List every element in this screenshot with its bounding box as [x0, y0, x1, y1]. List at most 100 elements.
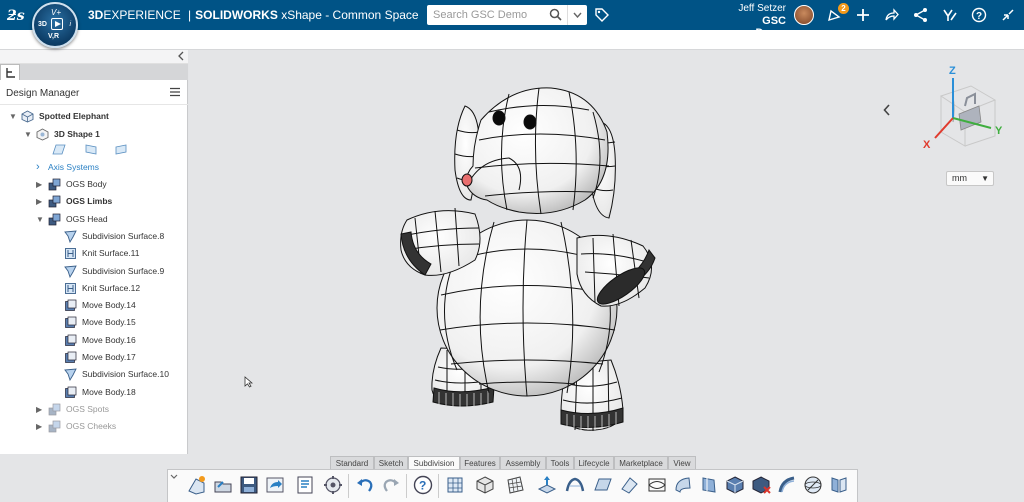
tab-tools[interactable]: Tools [546, 456, 574, 470]
tab-assembly[interactable]: Assembly [500, 456, 546, 470]
fill-icon[interactable] [618, 474, 640, 496]
tree-item[interactable]: ▶ OGS Body [0, 176, 188, 193]
curve-icon[interactable] [776, 474, 798, 496]
elephant-model[interactable] [189, 50, 1024, 454]
expanded-arrow-icon[interactable]: ▼ [9, 108, 17, 125]
collapsed-arrow-icon[interactable]: › [36, 159, 44, 176]
open-icon[interactable] [212, 474, 234, 496]
compass-play-icon[interactable] [51, 18, 63, 30]
collapsed-arrow-icon[interactable]: ▶ [36, 193, 44, 210]
tree-item[interactable]: Move Body.14 [0, 297, 188, 314]
3d-viewport[interactable]: Z X Y mm ▼ [189, 50, 1024, 454]
compass-left-label: 3D [38, 21, 47, 28]
settings-icon[interactable] [322, 474, 344, 496]
tag-icon[interactable] [594, 7, 610, 23]
primitive-icon[interactable] [474, 474, 496, 496]
properties-icon[interactable] [294, 474, 316, 496]
tree-item[interactable]: › Axis Systems [0, 159, 188, 176]
apps-icon[interactable] [942, 7, 958, 23]
move-body-icon [64, 351, 77, 364]
tree-item-label: Knit Surface.11 [82, 248, 140, 258]
tree-item[interactable]: ▼ 3D Shape 1 [0, 126, 188, 143]
plane-surface-icon[interactable] [592, 474, 614, 496]
panel-title: Design Manager [6, 88, 80, 99]
chevron-down-icon[interactable]: ▼ [981, 172, 989, 185]
redo-icon[interactable] [380, 474, 402, 496]
app-title[interactable]: 3DEXPERIENCE | SOLIDWORKS xShape - Common… [88, 8, 437, 22]
view-cube-icon[interactable]: Z X Y [909, 64, 1009, 154]
tree-item[interactable]: ▼ Spotted Elephant [0, 108, 188, 125]
tab-features[interactable]: Features [460, 456, 500, 470]
network-icon[interactable] [913, 7, 929, 23]
chevron-left-icon[interactable] [883, 103, 891, 119]
search-box [427, 5, 587, 25]
tree-item[interactable]: Move Body.15 [0, 314, 188, 331]
collapsed-arrow-icon[interactable]: ▶ [36, 418, 44, 435]
tree-item[interactable]: Move Body.18 [0, 384, 188, 401]
tree-item[interactable]: Subdivision Surface.10 [0, 366, 188, 383]
unit-select[interactable]: mm ▼ [946, 171, 994, 186]
tree-item[interactable]: ▶ OGS Spots [0, 401, 188, 418]
toolbar-separator [406, 474, 407, 498]
delete-face-icon[interactable] [750, 474, 772, 496]
tree-item[interactable]: Knit Surface.11 [0, 245, 188, 262]
tree-item-label: 3D Shape 1 [54, 129, 100, 139]
revolve-icon[interactable] [698, 474, 720, 496]
tree-item[interactable]: Move Body.16 [0, 332, 188, 349]
tab-standard[interactable]: Standard [330, 456, 374, 470]
geo-set-icon [48, 213, 61, 226]
new-shape-icon[interactable] [186, 474, 208, 496]
cube-icon[interactable] [724, 474, 746, 496]
share-icon[interactable] [884, 7, 900, 23]
chevron-left-icon[interactable] [178, 51, 184, 64]
sphere-icon[interactable] [802, 474, 824, 496]
tab-sketch[interactable]: Sketch [374, 456, 408, 470]
edge-flow-icon[interactable] [646, 474, 668, 496]
collapsed-arrow-icon[interactable]: ▶ [36, 401, 44, 418]
bridge-icon[interactable] [564, 474, 586, 496]
hamburger-icon[interactable] [170, 87, 180, 97]
share-icon[interactable] [264, 474, 286, 496]
tree-item[interactable]: Subdivision Surface.9 [0, 263, 188, 280]
tree-item-label: Move Body.18 [82, 387, 136, 397]
panel-top-strip [0, 50, 188, 64]
help-icon[interactable]: ? [971, 7, 987, 23]
compass-bottom-label: V,R [48, 33, 60, 40]
unit-value: mm [952, 173, 967, 183]
tree-item[interactable]: Knit Surface.12 [0, 280, 188, 297]
tree-item[interactable]: ▶ OGS Limbs [0, 193, 188, 210]
tab-lifecycle[interactable]: Lifecycle [574, 456, 614, 470]
expanded-arrow-icon[interactable]: ▼ [36, 211, 44, 228]
save-icon[interactable] [238, 474, 260, 496]
compass-icon[interactable]: V+ 3D i V,R [32, 2, 78, 48]
search-input[interactable] [433, 7, 543, 23]
xy-plane-icon[interactable] [52, 144, 66, 155]
mirror-icon[interactable] [828, 474, 850, 496]
sweep-icon[interactable] [672, 474, 694, 496]
plus-icon[interactable] [855, 7, 871, 23]
tree-item[interactable]: Subdivision Surface.8 [0, 228, 188, 245]
collapsed-arrow-icon[interactable]: ▶ [36, 176, 44, 193]
tree-item[interactable]: ▼ OGS Head [0, 211, 188, 228]
zx-plane-icon[interactable] [114, 144, 128, 155]
collapse-icon[interactable] [1000, 7, 1016, 23]
search-dropdown-icon[interactable] [567, 5, 587, 25]
tab-subdivision[interactable]: Subdivision [408, 456, 460, 470]
undo-icon[interactable] [354, 474, 376, 496]
tree-item[interactable]: ▶ OGS Cheeks [0, 418, 188, 435]
tree-item-label: OGS Spots [66, 404, 109, 414]
extrude-face-icon[interactable] [536, 474, 558, 496]
tree-tab[interactable] [0, 64, 20, 80]
yz-plane-icon[interactable] [84, 144, 98, 155]
tab-view[interactable]: View [668, 456, 696, 470]
chevron-down-icon[interactable] [170, 472, 178, 481]
avatar[interactable] [794, 5, 814, 25]
compass-right-label: i [69, 21, 71, 28]
expanded-arrow-icon[interactable]: ▼ [24, 126, 32, 143]
tab-marketplace[interactable]: Marketplace [614, 456, 668, 470]
mesh-icon[interactable] [504, 474, 526, 496]
tree-item[interactable]: Move Body.17 [0, 349, 188, 366]
subdivision-box-icon[interactable] [444, 474, 466, 496]
help-icon[interactable]: ? [412, 474, 434, 496]
search-icon[interactable] [549, 8, 562, 21]
